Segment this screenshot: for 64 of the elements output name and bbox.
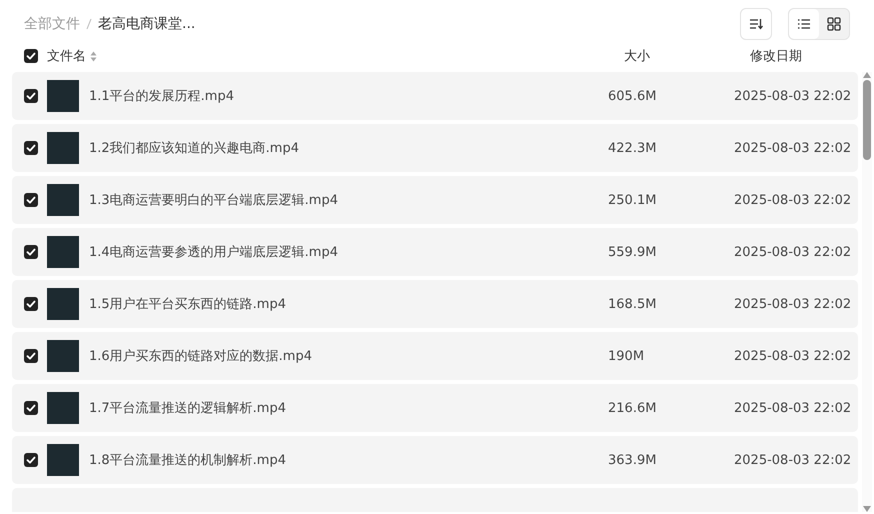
scroll-up-icon[interactable] [863, 72, 871, 78]
row-checkbox[interactable] [24, 401, 38, 415]
breadcrumb-link[interactable]: 老高电商课堂... [98, 15, 196, 33]
row-checkbox[interactable] [24, 89, 38, 103]
file-name: 1.8平台流量推送的机制解析.mp4 [89, 452, 287, 469]
file-size: 605.6M [608, 88, 658, 104]
file-size: 559.9M [608, 244, 658, 260]
file-row[interactable]: 1.3电商运营要明白的平台端底层逻辑.mp4 250.1M 2025-08-03 22:02 [12, 176, 858, 224]
video-thumbnail [47, 444, 79, 476]
modified-date: 2025-08-03 22:02 [734, 400, 852, 416]
file-row[interactable]: 1.4电商运营要参透的用户端底层逻辑.mp4 559.9M 2025-08-03 22:02 [12, 228, 858, 276]
modified-date: 2025-08-03 22:02 [734, 348, 852, 364]
row-checkbox[interactable] [24, 245, 38, 259]
file-size: 422.3M [608, 140, 658, 156]
select-all-checkbox[interactable] [24, 49, 38, 63]
list-view-button[interactable] [789, 9, 819, 39]
sort-button[interactable] [740, 8, 772, 40]
row-checkbox[interactable] [24, 193, 38, 207]
modified-date: 2025-08-03 22:02 [734, 452, 852, 468]
video-thumbnail [47, 236, 79, 268]
row-checkbox[interactable] [24, 297, 38, 311]
file-name: 1.4电商运营要参透的用户端底层逻辑.mp4 [89, 244, 339, 261]
sort-lines-icon [749, 18, 763, 30]
modified-date: 2025-08-03 22:02 [734, 296, 852, 312]
file-name: 1.3电商运营要明白的平台端底层逻辑.mp4 [89, 192, 339, 209]
scrollbar[interactable] [862, 72, 872, 512]
video-thumbnail [47, 80, 79, 112]
sort-arrows-icon [90, 50, 97, 62]
video-thumbnail [47, 184, 79, 216]
video-thumbnail [47, 132, 79, 164]
row-checkbox[interactable] [24, 141, 38, 155]
video-thumbnail [47, 392, 79, 424]
modified-date: 2025-08-03 22:02 [734, 140, 852, 156]
file-name: 1.1平台的发展历程.mp4 [89, 88, 235, 105]
scrollbar-thumb[interactable] [863, 80, 871, 160]
modified-date: 2025-08-03 22:02 [734, 88, 852, 104]
grid-icon [827, 17, 841, 31]
file-row[interactable]: 1.6用户买东西的链路对应的数据.mp4 190M 2025-08-03 22:02 [12, 332, 858, 380]
video-thumbnail [47, 288, 79, 320]
file-row[interactable]: 1.7平台流量推送的逻辑解析.mp4 216.6M 2025-08-03 22:02 [12, 384, 858, 432]
file-row[interactable]: 1.1平台的发展历程.mp4 605.6M 2025-08-03 22:02 [12, 72, 858, 120]
column-header[interactable]: 文件名 [47, 47, 86, 65]
file-name: 1.6用户买东西的链路对应的数据.mp4 [89, 348, 313, 365]
row-checkbox[interactable] [24, 349, 38, 363]
file-size: 168.5M [608, 296, 658, 312]
file-size: 250.1M [608, 192, 658, 208]
file-size: 216.6M [608, 400, 658, 416]
file-row[interactable]: 1.8平台流量推送的机制解析.mp4 363.9M 2025-08-03 22:02 [12, 436, 858, 484]
list-icon [797, 18, 811, 30]
row-checkbox[interactable] [24, 453, 38, 467]
modified-date: 2025-08-03 22:02 [734, 192, 852, 208]
file-name: 1.5用户在平台买东西的链路.mp4 [89, 296, 287, 313]
slash-icon [86, 18, 92, 30]
column-header: 修改日期 [750, 48, 803, 65]
file-size: 190M [608, 348, 646, 364]
file-row[interactable]: 1.2我们都应该知道的兴趣电商.mp4 422.3M 2025-08-03 22:02 [12, 124, 858, 172]
file-row[interactable]: 1.5用户在平台买东西的链路.mp4 168.5M 2025-08-03 22:02 [12, 280, 858, 328]
file-name: 1.7平台流量推送的逻辑解析.mp4 [89, 400, 287, 417]
video-thumbnail [47, 340, 79, 372]
file-name: 1.2我们都应该知道的兴趣电商.mp4 [89, 140, 300, 157]
file-size: 363.9M [608, 452, 658, 468]
scroll-down-icon[interactable] [863, 506, 871, 512]
column-header: 大小 [624, 48, 651, 65]
modified-date: 2025-08-03 22:02 [734, 244, 852, 260]
